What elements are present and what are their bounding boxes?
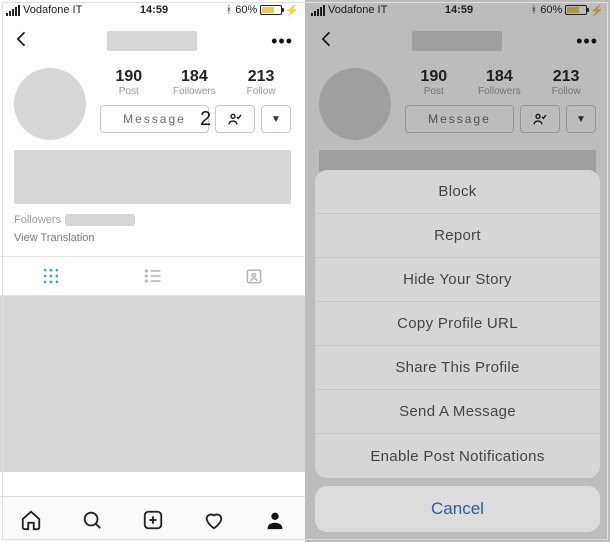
signal-icon bbox=[6, 5, 20, 16]
avatar bbox=[319, 68, 391, 140]
tab-home[interactable] bbox=[0, 497, 61, 542]
username-placeholder bbox=[107, 31, 197, 51]
followed-by-label: Followers bbox=[14, 214, 61, 226]
tab-activity[interactable] bbox=[183, 497, 244, 542]
bio-placeholder bbox=[14, 150, 291, 204]
message-button[interactable]: Message bbox=[100, 105, 209, 133]
nav-bar: ••• bbox=[0, 20, 305, 62]
sheet-block[interactable]: Block bbox=[315, 170, 600, 214]
sheet-copy-url[interactable]: Copy Profile URL bbox=[315, 302, 600, 346]
status-bar: Vodafone IT 14:59 ᚼ 60% ⚡ bbox=[0, 0, 305, 20]
stat-followers[interactable]: 184 Followers bbox=[173, 68, 216, 97]
tab-search[interactable] bbox=[61, 497, 122, 542]
status-bar: Vodafone IT 14:59 ᚼ 60% ⚡ bbox=[305, 0, 610, 20]
message-button: Message bbox=[405, 105, 514, 133]
clock: 14:59 bbox=[140, 4, 168, 16]
posts-grid[interactable] bbox=[0, 296, 305, 472]
action-sheet: Block Report Hide Your Story Copy Profil… bbox=[305, 170, 610, 542]
list-view-tab[interactable] bbox=[102, 257, 204, 295]
stat-followers: 184Followers bbox=[478, 68, 521, 97]
carrier-label: Vodafone IT bbox=[328, 4, 387, 16]
following-status-button bbox=[520, 105, 560, 133]
more-options-button[interactable]: ••• bbox=[271, 31, 293, 52]
sheet-hide-story[interactable]: Hide Your Story bbox=[315, 258, 600, 302]
step-marker: 2 bbox=[200, 108, 211, 131]
clock: 14:59 bbox=[445, 4, 473, 16]
sheet-enable-notifications[interactable]: Enable Post Notifications bbox=[315, 434, 600, 478]
sheet-share-profile[interactable]: Share This Profile bbox=[315, 346, 600, 390]
stat-following[interactable]: 213 Follow bbox=[247, 68, 276, 97]
battery-icon bbox=[260, 5, 282, 15]
sheet-send-message[interactable]: Send A Message bbox=[315, 390, 600, 434]
tagged-view-tab[interactable] bbox=[203, 257, 305, 295]
suggestions-toggle: ▼ bbox=[566, 105, 596, 133]
stat-posts: 190Post bbox=[420, 68, 447, 97]
followed-by-placeholder bbox=[65, 214, 135, 226]
profile-screen-with-sheet: Vodafone IT 14:59 ᚼ 60% ⚡ ••• 190Post 18… bbox=[305, 0, 610, 542]
signal-icon bbox=[311, 5, 325, 16]
tab-create[interactable] bbox=[122, 497, 183, 542]
charging-icon: ⚡ bbox=[285, 4, 299, 17]
back-button[interactable] bbox=[12, 29, 32, 54]
back-button[interactable] bbox=[317, 29, 337, 54]
battery-pct: 60% bbox=[235, 4, 257, 16]
sheet-report[interactable]: Report bbox=[315, 214, 600, 258]
suggestions-toggle[interactable]: ▼ bbox=[261, 105, 291, 133]
charging-icon: ⚡ bbox=[590, 4, 604, 17]
carrier-label: Vodafone IT bbox=[23, 4, 82, 16]
battery-pct: 60% bbox=[540, 4, 562, 16]
nav-bar: ••• bbox=[305, 20, 610, 62]
grid-view-tab[interactable] bbox=[0, 257, 102, 295]
avatar[interactable] bbox=[14, 68, 86, 140]
more-options-button[interactable]: ••• bbox=[576, 31, 598, 52]
bluetooth-icon: ᚼ bbox=[226, 4, 233, 16]
stat-posts[interactable]: 190 Post bbox=[115, 68, 142, 97]
following-status-button[interactable] bbox=[215, 105, 255, 133]
bottom-tab-bar bbox=[0, 496, 305, 542]
tab-profile[interactable] bbox=[244, 497, 305, 542]
battery-icon bbox=[565, 5, 587, 15]
sheet-cancel[interactable]: Cancel bbox=[315, 486, 600, 532]
bluetooth-icon: ᚼ bbox=[531, 4, 538, 16]
profile-screen: Vodafone IT 14:59 ᚼ 60% ⚡ ••• 190 bbox=[0, 0, 305, 542]
view-translation-link[interactable]: View Translation bbox=[14, 232, 291, 244]
stat-following: 213Follow bbox=[552, 68, 581, 97]
view-mode-tabs bbox=[0, 256, 305, 296]
username-placeholder bbox=[412, 31, 502, 51]
